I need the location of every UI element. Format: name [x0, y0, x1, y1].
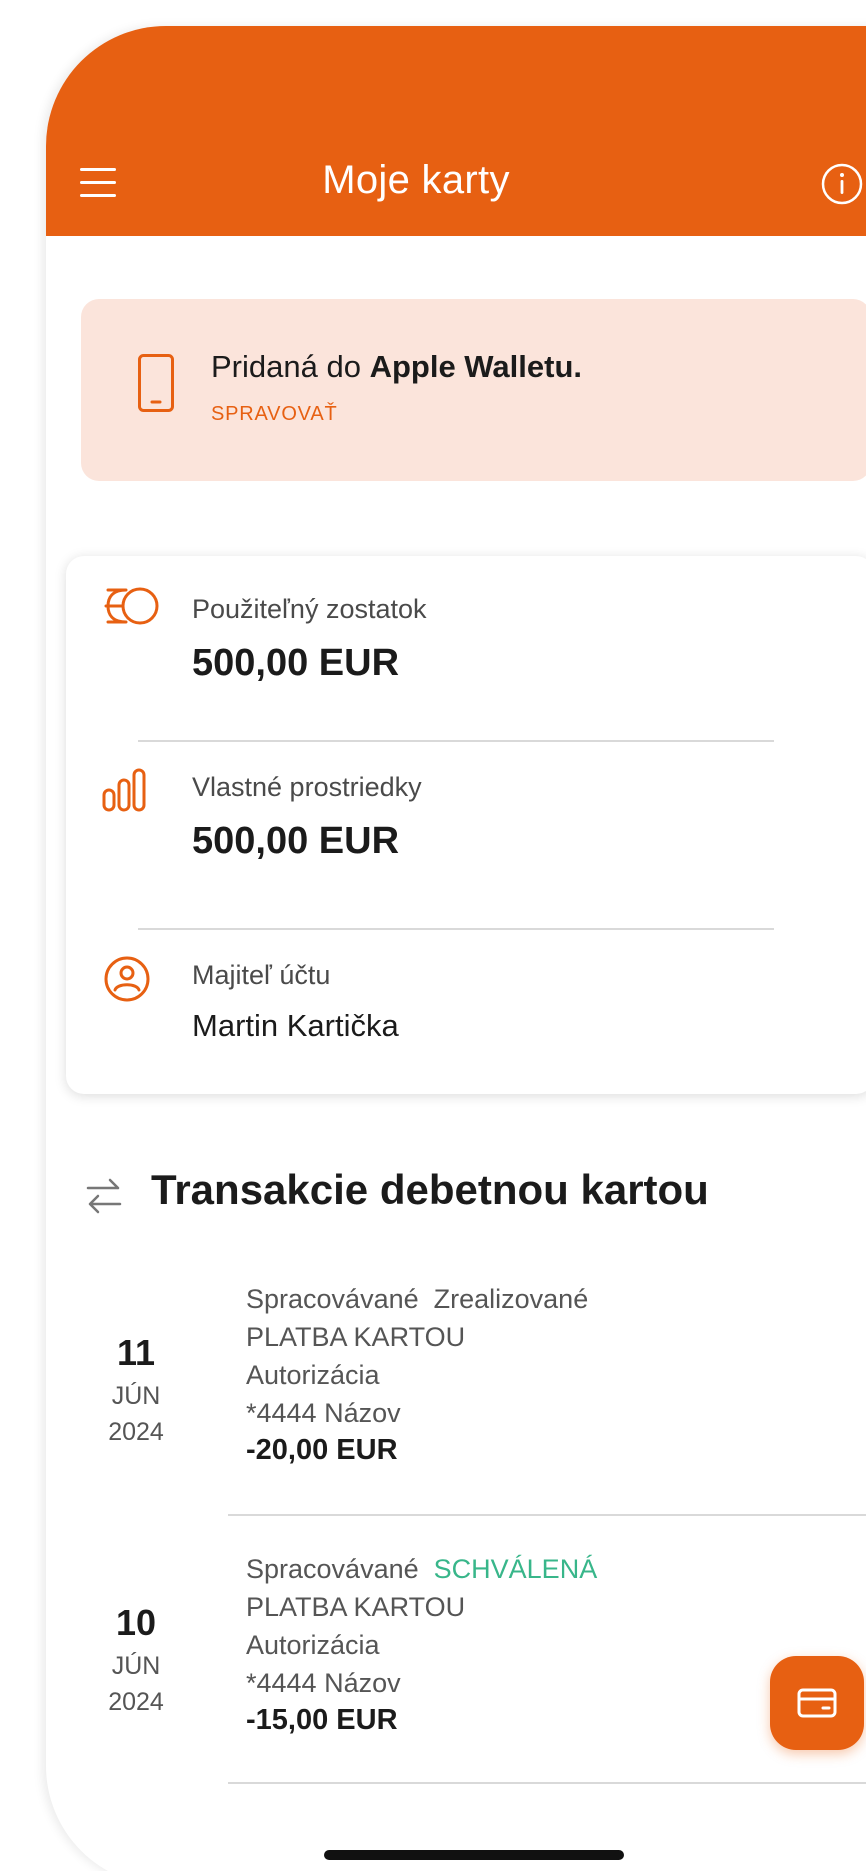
transaction-year: 2024 — [108, 1418, 164, 1446]
transaction-card: *4444 Názov — [246, 1398, 401, 1428]
app-screen: Moje karty Pridaná do Apple Walletu. SPR… — [46, 26, 866, 1871]
transaction-state-line: Spracovávané Zrealizované — [246, 1284, 588, 1315]
app-header: Moje karty — [46, 26, 866, 236]
transaction-amount: -15,00 EUR — [246, 1704, 398, 1736]
transaction-kind: Autorizácia — [246, 1360, 380, 1390]
wallet-status-text: Pridaná do Apple Walletu. — [211, 349, 582, 384]
smartphone-icon — [137, 353, 175, 418]
transaction-card: *4444 Názov — [246, 1668, 401, 1698]
info-icon[interactable] — [820, 162, 864, 206]
credit-card-icon — [797, 1688, 837, 1718]
divider — [138, 740, 774, 742]
transaction-state: Spracovávané — [246, 1554, 419, 1584]
user-circle-icon — [102, 954, 152, 1009]
transaction-month: JÚN — [111, 1382, 161, 1410]
transaction-item[interactable]: 11 JÚN 2024 Spracovávané Zrealizované PL… — [46, 1276, 866, 1516]
available-balance-value: 500,00 EUR — [192, 642, 400, 684]
transaction-state: Spracovávané — [246, 1284, 419, 1314]
home-indicator[interactable] — [324, 1850, 624, 1860]
card-action-button[interactable] — [770, 1656, 864, 1750]
divider — [138, 928, 774, 930]
manage-wallet-link[interactable]: SPRAVOVAŤ — [211, 403, 338, 426]
transaction-status: Zrealizované — [433, 1284, 589, 1314]
transaction-day: 11 — [116, 1332, 156, 1373]
account-owner-value: Martin Kartička — [192, 1008, 399, 1043]
account-info-card: Použiteľný zostatok 500,00 EUR Vlastné p… — [66, 556, 866, 1094]
divider — [228, 1782, 866, 1784]
own-funds-value: 500,00 EUR — [192, 820, 400, 862]
account-owner-label: Majiteľ účtu — [192, 960, 331, 990]
transfer-arrows-icon — [82, 1174, 126, 1223]
page-title: Moje karty — [322, 158, 510, 202]
transaction-day: 10 — [115, 1602, 157, 1643]
transaction-kind: Autorizácia — [246, 1630, 380, 1660]
transaction-type: PLATBA KARTOU — [246, 1322, 466, 1352]
transactions-section-title: Transakcie debetnou kartou — [151, 1166, 709, 1213]
apple-wallet-banner: Pridaná do Apple Walletu. SPRAVOVAŤ — [81, 299, 866, 481]
transaction-type: PLATBA KARTOU — [246, 1592, 466, 1622]
transaction-state-line: Spracovávané SCHVÁLENÁ — [246, 1554, 597, 1585]
transaction-year: 2024 — [108, 1688, 164, 1716]
bar-chart-icon — [102, 766, 150, 819]
transaction-month: JÚN — [111, 1652, 161, 1680]
divider — [228, 1514, 866, 1516]
available-balance-label: Použiteľný zostatok — [192, 594, 427, 624]
transaction-status: SCHVÁLENÁ — [433, 1554, 598, 1584]
transaction-amount: -20,00 EUR — [246, 1434, 398, 1466]
coins-icon — [102, 584, 160, 633]
own-funds-label: Vlastné prostriedky — [192, 772, 422, 802]
transaction-item[interactable]: 10 JÚN 2024 Spracovávané SCHVÁLENÁ PLATB… — [46, 1546, 866, 1786]
